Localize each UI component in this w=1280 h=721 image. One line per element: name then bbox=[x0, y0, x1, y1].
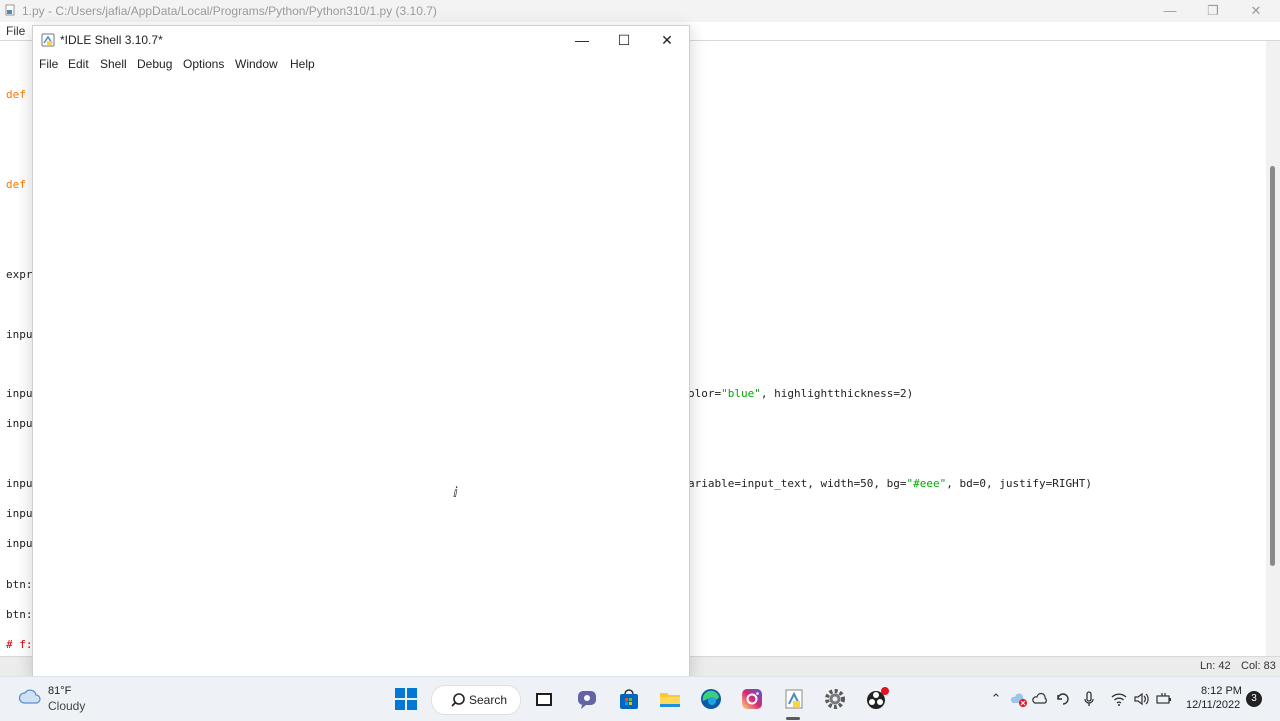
idle-app-icon bbox=[41, 33, 55, 47]
i-beam-cursor-icon: ⅈ bbox=[453, 484, 458, 500]
battery-plugged-icon[interactable] bbox=[1155, 690, 1173, 708]
search-icon bbox=[450, 692, 466, 708]
shell-titlebar[interactable]: *IDLE Shell 3.10.7* — ☐ ✕ bbox=[33, 26, 689, 54]
editor-scrollbar-thumb[interactable] bbox=[1270, 166, 1275, 566]
clock-time[interactable]: 8:12 PM bbox=[1201, 685, 1242, 697]
editor-scrollbar[interactable] bbox=[1266, 41, 1280, 659]
code-line-fragment: expr bbox=[6, 268, 33, 281]
code-line-fragment: # f: bbox=[6, 638, 33, 651]
menu-help[interactable]: Help bbox=[290, 57, 315, 71]
status-line: Ln: 42 bbox=[1200, 660, 1231, 672]
editor-restore-button[interactable]: ❐ bbox=[1201, 2, 1225, 20]
python-file-icon bbox=[4, 4, 16, 16]
microphone-icon[interactable] bbox=[1080, 690, 1098, 708]
volume-icon[interactable] bbox=[1132, 690, 1150, 708]
clock-date[interactable]: 12/11/2022 bbox=[1186, 699, 1240, 711]
teams-chat-icon[interactable] bbox=[574, 686, 600, 712]
chevron-up-icon[interactable]: ⌃ bbox=[987, 690, 1005, 708]
weather-description[interactable]: Cloudy bbox=[48, 699, 85, 713]
refresh-app-icon[interactable] bbox=[1054, 690, 1072, 708]
taskbar: 81°F Cloudy Search ⌃ 8:12 PM 12/11/2022 … bbox=[0, 676, 1280, 721]
python-idle-icon[interactable] bbox=[781, 686, 807, 712]
settings-gear-icon[interactable] bbox=[822, 686, 848, 712]
code-line-fragment: inpu bbox=[6, 507, 33, 520]
code-line-fragment: inpu bbox=[6, 328, 33, 341]
taskbar-search[interactable]: Search bbox=[431, 685, 521, 715]
menu-file[interactable]: File bbox=[39, 57, 58, 71]
edge-browser-icon[interactable] bbox=[698, 686, 724, 712]
code-line-fragment: olor="blue", highlightthickness=2) bbox=[688, 387, 914, 400]
menu-shell[interactable]: Shell bbox=[100, 57, 127, 71]
code-line-fragment: inpu bbox=[6, 387, 33, 400]
instagram-icon[interactable] bbox=[739, 686, 765, 712]
menu-window[interactable]: Window bbox=[235, 57, 278, 71]
cloud-icon[interactable] bbox=[18, 687, 42, 707]
code-line-fragment: def bbox=[6, 88, 26, 101]
shell-title: *IDLE Shell 3.10.7* bbox=[60, 33, 163, 47]
editor-titlebar[interactable]: 1.py - C:/Users/jafia/AppData/Local/Prog… bbox=[0, 0, 1280, 22]
menu-options[interactable]: Options bbox=[183, 57, 224, 71]
windows-start-icon[interactable] bbox=[393, 686, 419, 712]
task-view-icon[interactable] bbox=[531, 686, 557, 712]
code-line-fragment: btn: bbox=[6, 608, 33, 621]
menu-edit[interactable]: Edit bbox=[68, 57, 89, 71]
wifi-icon[interactable] bbox=[1110, 690, 1128, 708]
shell-text-area[interactable]: ⅈ bbox=[33, 74, 689, 677]
shell-maximize-button[interactable]: ☐ bbox=[609, 30, 639, 50]
editor-minimize-button[interactable]: — bbox=[1158, 2, 1182, 20]
code-line-fragment: btn: bbox=[6, 578, 33, 591]
shell-menubar: File Edit Shell Debug Options Window Hel… bbox=[33, 54, 689, 74]
cloud-sync-icon[interactable] bbox=[1032, 690, 1050, 708]
code-line-fragment: def bbox=[6, 178, 26, 191]
weather-temperature[interactable]: 81°F bbox=[48, 685, 71, 697]
code-line-fragment: inpu bbox=[6, 417, 33, 430]
onedrive-error-icon[interactable] bbox=[1010, 690, 1028, 708]
editor-title: 1.py - C:/Users/jafia/AppData/Local/Prog… bbox=[22, 4, 437, 18]
code-line-fragment: inpu bbox=[6, 537, 33, 550]
microsoft-store-icon[interactable] bbox=[616, 686, 642, 712]
shell-close-button[interactable]: ✕ bbox=[652, 30, 682, 50]
menu-debug[interactable]: Debug bbox=[137, 57, 172, 71]
editor-menu-file[interactable]: File bbox=[6, 24, 25, 38]
code-line-fragment: inpu bbox=[6, 477, 33, 490]
notification-badge[interactable]: 3 bbox=[1246, 691, 1262, 707]
obs-studio-icon[interactable] bbox=[864, 686, 890, 712]
idle-shell-window: *IDLE Shell 3.10.7* — ☐ ✕ File Edit Shel… bbox=[32, 25, 690, 678]
code-line-fragment: ariable=input_text, width=50, bg="#eee",… bbox=[688, 477, 1092, 490]
search-label: Search bbox=[469, 693, 508, 707]
status-column: Col: 83 bbox=[1241, 660, 1276, 672]
editor-close-button[interactable]: ✕ bbox=[1244, 2, 1268, 20]
file-explorer-icon[interactable] bbox=[657, 686, 683, 712]
shell-minimize-button[interactable]: — bbox=[567, 30, 597, 50]
